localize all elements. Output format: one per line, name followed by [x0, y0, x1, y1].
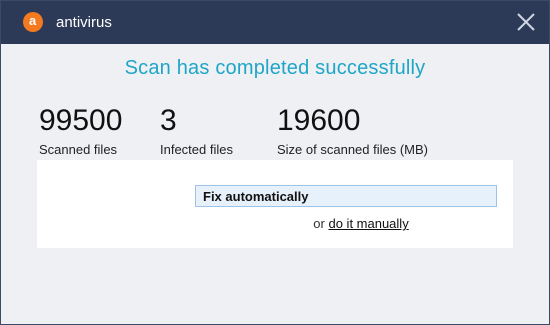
infected-files-value: 3: [160, 104, 177, 137]
avast-logo-icon: [23, 12, 43, 32]
or-text: or: [313, 216, 325, 231]
scanned-files-value: 99500: [39, 104, 123, 137]
stat-scanned-size: 19600 Size of scanned files (MB): [277, 104, 428, 157]
action-panel: Fix automatically or do it manually: [37, 160, 513, 248]
close-icon: [517, 13, 535, 31]
scanned-size-value: 19600: [277, 104, 361, 137]
title-bar: antivirus: [1, 1, 549, 44]
scan-status-heading: Scan has completed successfully: [124, 57, 426, 79]
stat-infected-files: 3 Infected files: [160, 104, 233, 157]
scanned-files-label: Scanned files: [39, 142, 118, 157]
infected-files-label: Infected files: [160, 142, 233, 157]
app-name: antivirus: [56, 14, 112, 31]
scanned-size-label: Size of scanned files (MB): [277, 142, 429, 157]
fix-automatically-button[interactable]: Fix automatically: [195, 185, 497, 207]
do-it-manually-link[interactable]: do it manually: [328, 216, 408, 231]
stat-scanned-files: 99500 Scanned files: [39, 104, 122, 157]
antivirus-window: antivirus Scan has completed successfull…: [0, 0, 550, 325]
manual-fix-line: or do it manually: [37, 216, 513, 231]
close-button[interactable]: [515, 11, 537, 33]
